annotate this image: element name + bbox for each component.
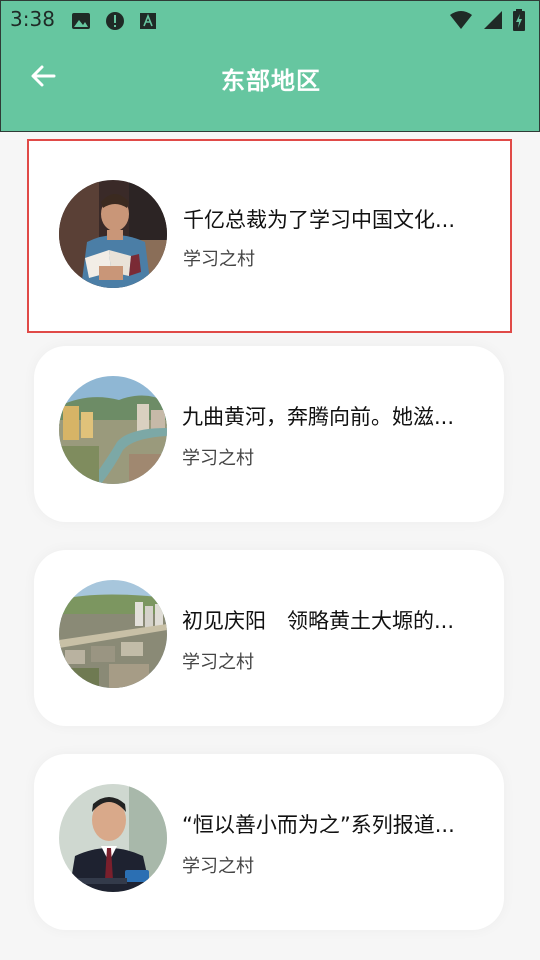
- article-source: 学习之村: [182, 652, 254, 673]
- article-thumbnail: [59, 784, 167, 892]
- article-thumbnail: [59, 580, 167, 688]
- article-title: 千亿总裁为了学习中国文化...: [183, 208, 456, 232]
- alert-icon: [105, 11, 125, 35]
- status-time: 3:38: [10, 7, 55, 31]
- status-bar: 3:38: [1, 1, 539, 39]
- page-title: 东部地区: [221, 67, 321, 95]
- a-box-icon: [139, 12, 157, 34]
- signal-icon: [483, 10, 503, 34]
- article-title: 九曲黄河，奔腾向前。她滋...: [182, 405, 455, 429]
- article-thumbnail: [59, 180, 167, 288]
- app-bar: 3:38 东部地区: [0, 0, 540, 132]
- article-card[interactable]: “恒以善小而为之”系列报道... 学习之村: [34, 754, 504, 930]
- article-title: “恒以善小而为之”系列报道...: [182, 813, 455, 837]
- image-icon: [71, 12, 91, 34]
- article-title: 初见庆阳 领略黄土大塬的...: [182, 609, 455, 633]
- article-source: 学习之村: [182, 856, 254, 877]
- article-card[interactable]: 九曲黄河，奔腾向前。她滋... 学习之村: [34, 346, 504, 522]
- wifi-icon: [449, 10, 473, 34]
- article-card[interactable]: 初见庆阳 领略黄土大塬的... 学习之村: [34, 550, 504, 726]
- article-source: 学习之村: [183, 249, 255, 270]
- article-source: 学习之村: [182, 448, 254, 469]
- article-thumbnail: [59, 376, 167, 484]
- status-right-icons: [449, 9, 525, 35]
- battery-icon: [513, 9, 525, 35]
- status-left-icons: [71, 11, 157, 35]
- article-card[interactable]: 千亿总裁为了学习中国文化... 学习之村: [27, 139, 512, 333]
